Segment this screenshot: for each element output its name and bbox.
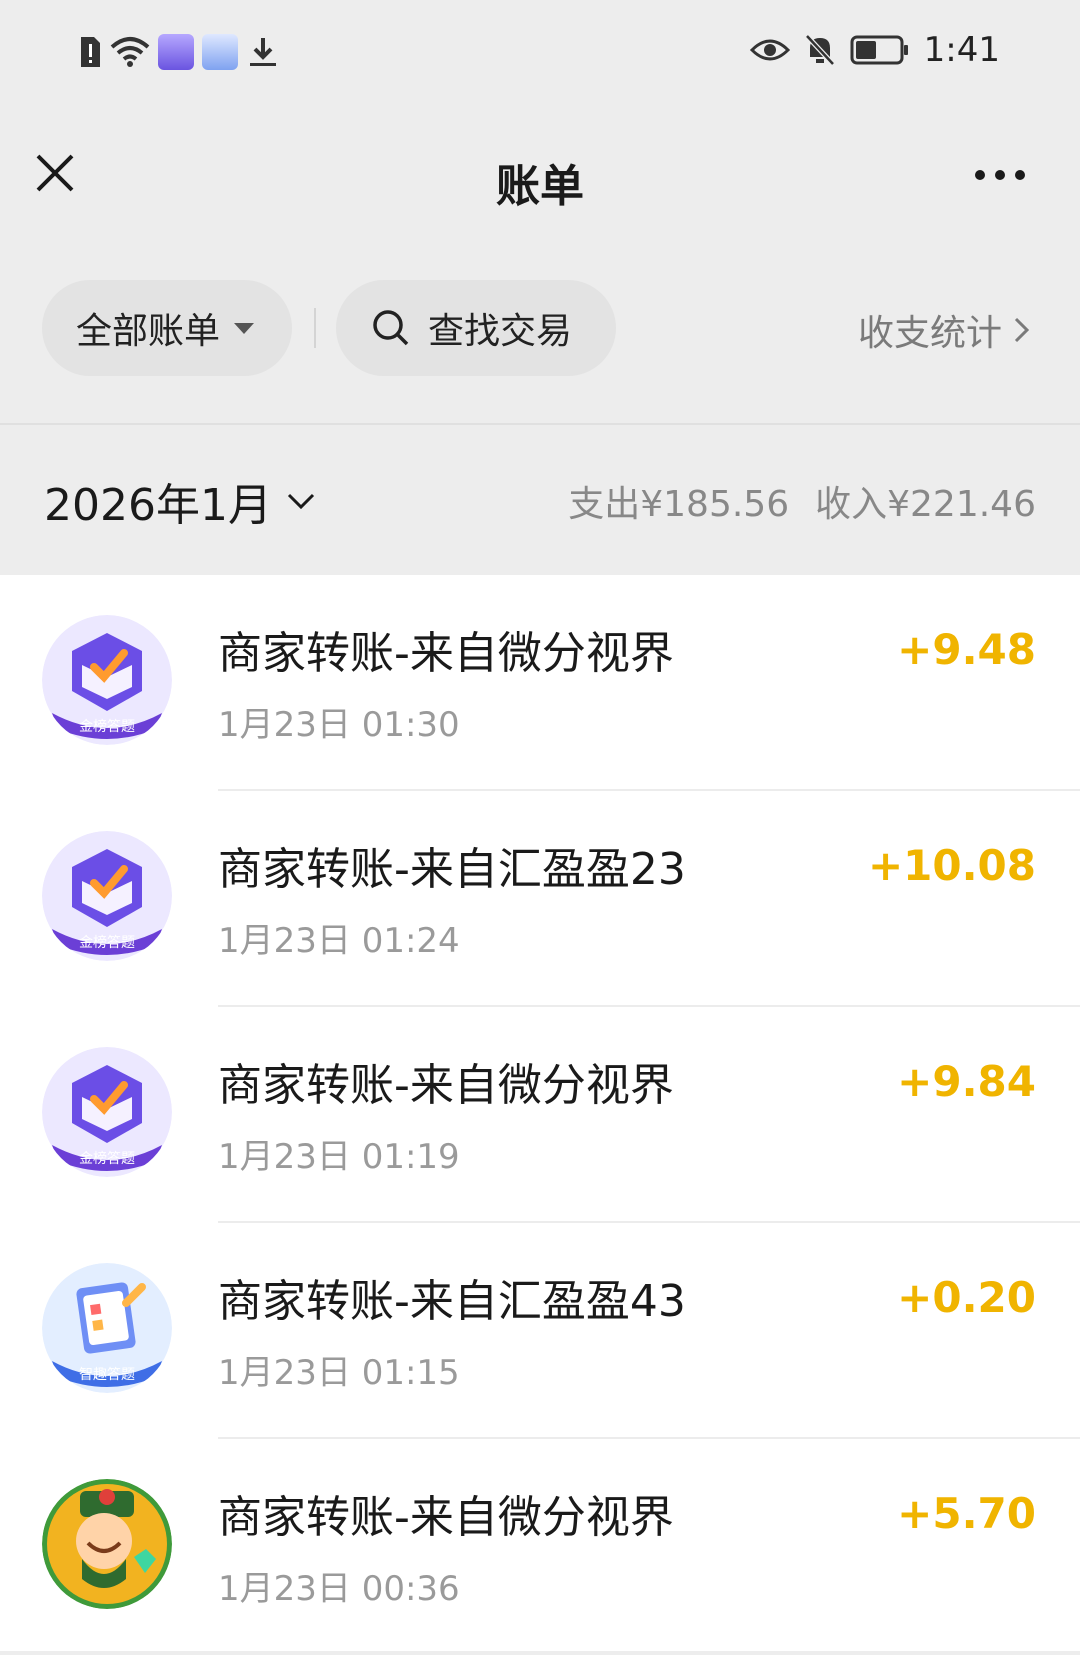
app-notification-icon <box>202 34 238 70</box>
filter-bar: 全部账单 查找交易 收支统计 <box>0 280 1080 380</box>
all-bills-label: 全部账单 <box>76 311 221 352</box>
gold-quiz-icon: 金榜答题 <box>42 1047 172 1177</box>
status-time: 1:41 <box>923 30 1000 70</box>
search-label: 查找交易 <box>428 311 573 352</box>
badge-text: 金榜答题 <box>79 934 135 951</box>
transaction-list: 金榜答题 商家转账-来自微分视界 1月23日 01:30 +9.48 金榜答题 … <box>0 575 1080 1651</box>
filter-divider <box>314 308 316 348</box>
transaction-row[interactable]: 商家转账-来自微分视界 1月23日 00:36 +5.70 <box>0 1439 1080 1655</box>
all-bills-filter-button[interactable]: 全部账单 <box>42 280 292 376</box>
fortune-god-icon <box>42 1479 172 1609</box>
transaction-row[interactable]: 金榜答题 商家转账-来自微分视界 1月23日 01:19 +9.84 <box>0 1007 1080 1223</box>
month-selector[interactable]: 2026年1月 <box>44 469 316 533</box>
month-income: 收入¥221.46 <box>815 484 1036 525</box>
badge-text: 金榜答题 <box>79 1150 135 1167</box>
transaction-row[interactable]: 金榜答题 商家转账-来自微分视界 1月23日 01:30 +9.48 <box>0 575 1080 791</box>
transaction-time: 1月23日 01:15 <box>218 1353 460 1393</box>
month-label: 2026年1月 <box>44 480 272 531</box>
transaction-title: 商家转账-来自微分视界 <box>218 1492 674 1543</box>
gold-quiz-icon: 金榜答题 <box>42 615 172 745</box>
chevron-down-icon <box>287 493 315 510</box>
page-title: 账单 <box>496 161 584 212</box>
smart-quiz-icon: 智趣答题 <box>42 1263 172 1393</box>
transaction-row[interactable]: 智趣答题 商家转账-来自汇盈盈43 1月23日 01:15 +0.20 <box>0 1223 1080 1439</box>
search-transactions-button[interactable]: 查找交易 <box>336 280 616 376</box>
caret-down-icon <box>234 322 255 334</box>
bell-off-icon <box>804 34 835 66</box>
transaction-row[interactable]: 金榜答题 商家转账-来自汇盈盈23 1月23日 01:24 +10.08 <box>0 791 1080 1007</box>
income-expense-stats-link[interactable]: 收支统计 <box>858 304 1032 356</box>
status-bar: 1:41 <box>0 0 1080 110</box>
month-summary: 支出¥185.56 收入¥221.46 <box>568 475 1036 527</box>
transaction-amount: +0.20 <box>897 1273 1036 1322</box>
transaction-time: 1月23日 01:24 <box>218 921 460 961</box>
transaction-title: 商家转账-来自微分视界 <box>218 628 674 679</box>
transaction-title: 商家转账-来自汇盈盈43 <box>218 1276 686 1327</box>
month-expense: 支出¥185.56 <box>568 484 790 525</box>
transaction-amount: +10.08 <box>867 841 1036 890</box>
sim-alert-icon <box>81 37 100 67</box>
badge-text: 金榜答题 <box>79 718 135 735</box>
transaction-amount: +9.48 <box>897 625 1036 674</box>
search-icon <box>373 310 409 346</box>
badge-text: 智趣答题 <box>79 1366 135 1383</box>
transaction-amount: +9.84 <box>897 1057 1036 1106</box>
battery-icon <box>850 35 908 65</box>
transaction-time: 1月23日 01:19 <box>218 1137 460 1177</box>
gold-quiz-icon: 金榜答题 <box>42 831 172 961</box>
status-icons-left <box>78 34 280 70</box>
app-notification-icon <box>158 34 194 70</box>
status-icons-right: 1:41 <box>749 30 1000 70</box>
transaction-title: 商家转账-来自汇盈盈23 <box>218 844 686 895</box>
navigation-bar: 账单 <box>0 110 1080 240</box>
download-icon <box>250 38 276 66</box>
more-icon[interactable] <box>970 160 1030 190</box>
chevron-right-icon <box>1014 317 1030 343</box>
wifi-icon <box>110 37 150 67</box>
eye-icon <box>749 39 790 61</box>
transaction-amount: +5.70 <box>897 1489 1036 1538</box>
transaction-time: 1月23日 01:30 <box>218 705 460 745</box>
month-header: 2026年1月 支出¥185.56 收入¥221.46 <box>0 425 1080 575</box>
transaction-time: 1月23日 00:36 <box>218 1569 460 1609</box>
stats-label: 收支统计 <box>857 313 1002 354</box>
transaction-title: 商家转账-来自微分视界 <box>218 1060 674 1111</box>
